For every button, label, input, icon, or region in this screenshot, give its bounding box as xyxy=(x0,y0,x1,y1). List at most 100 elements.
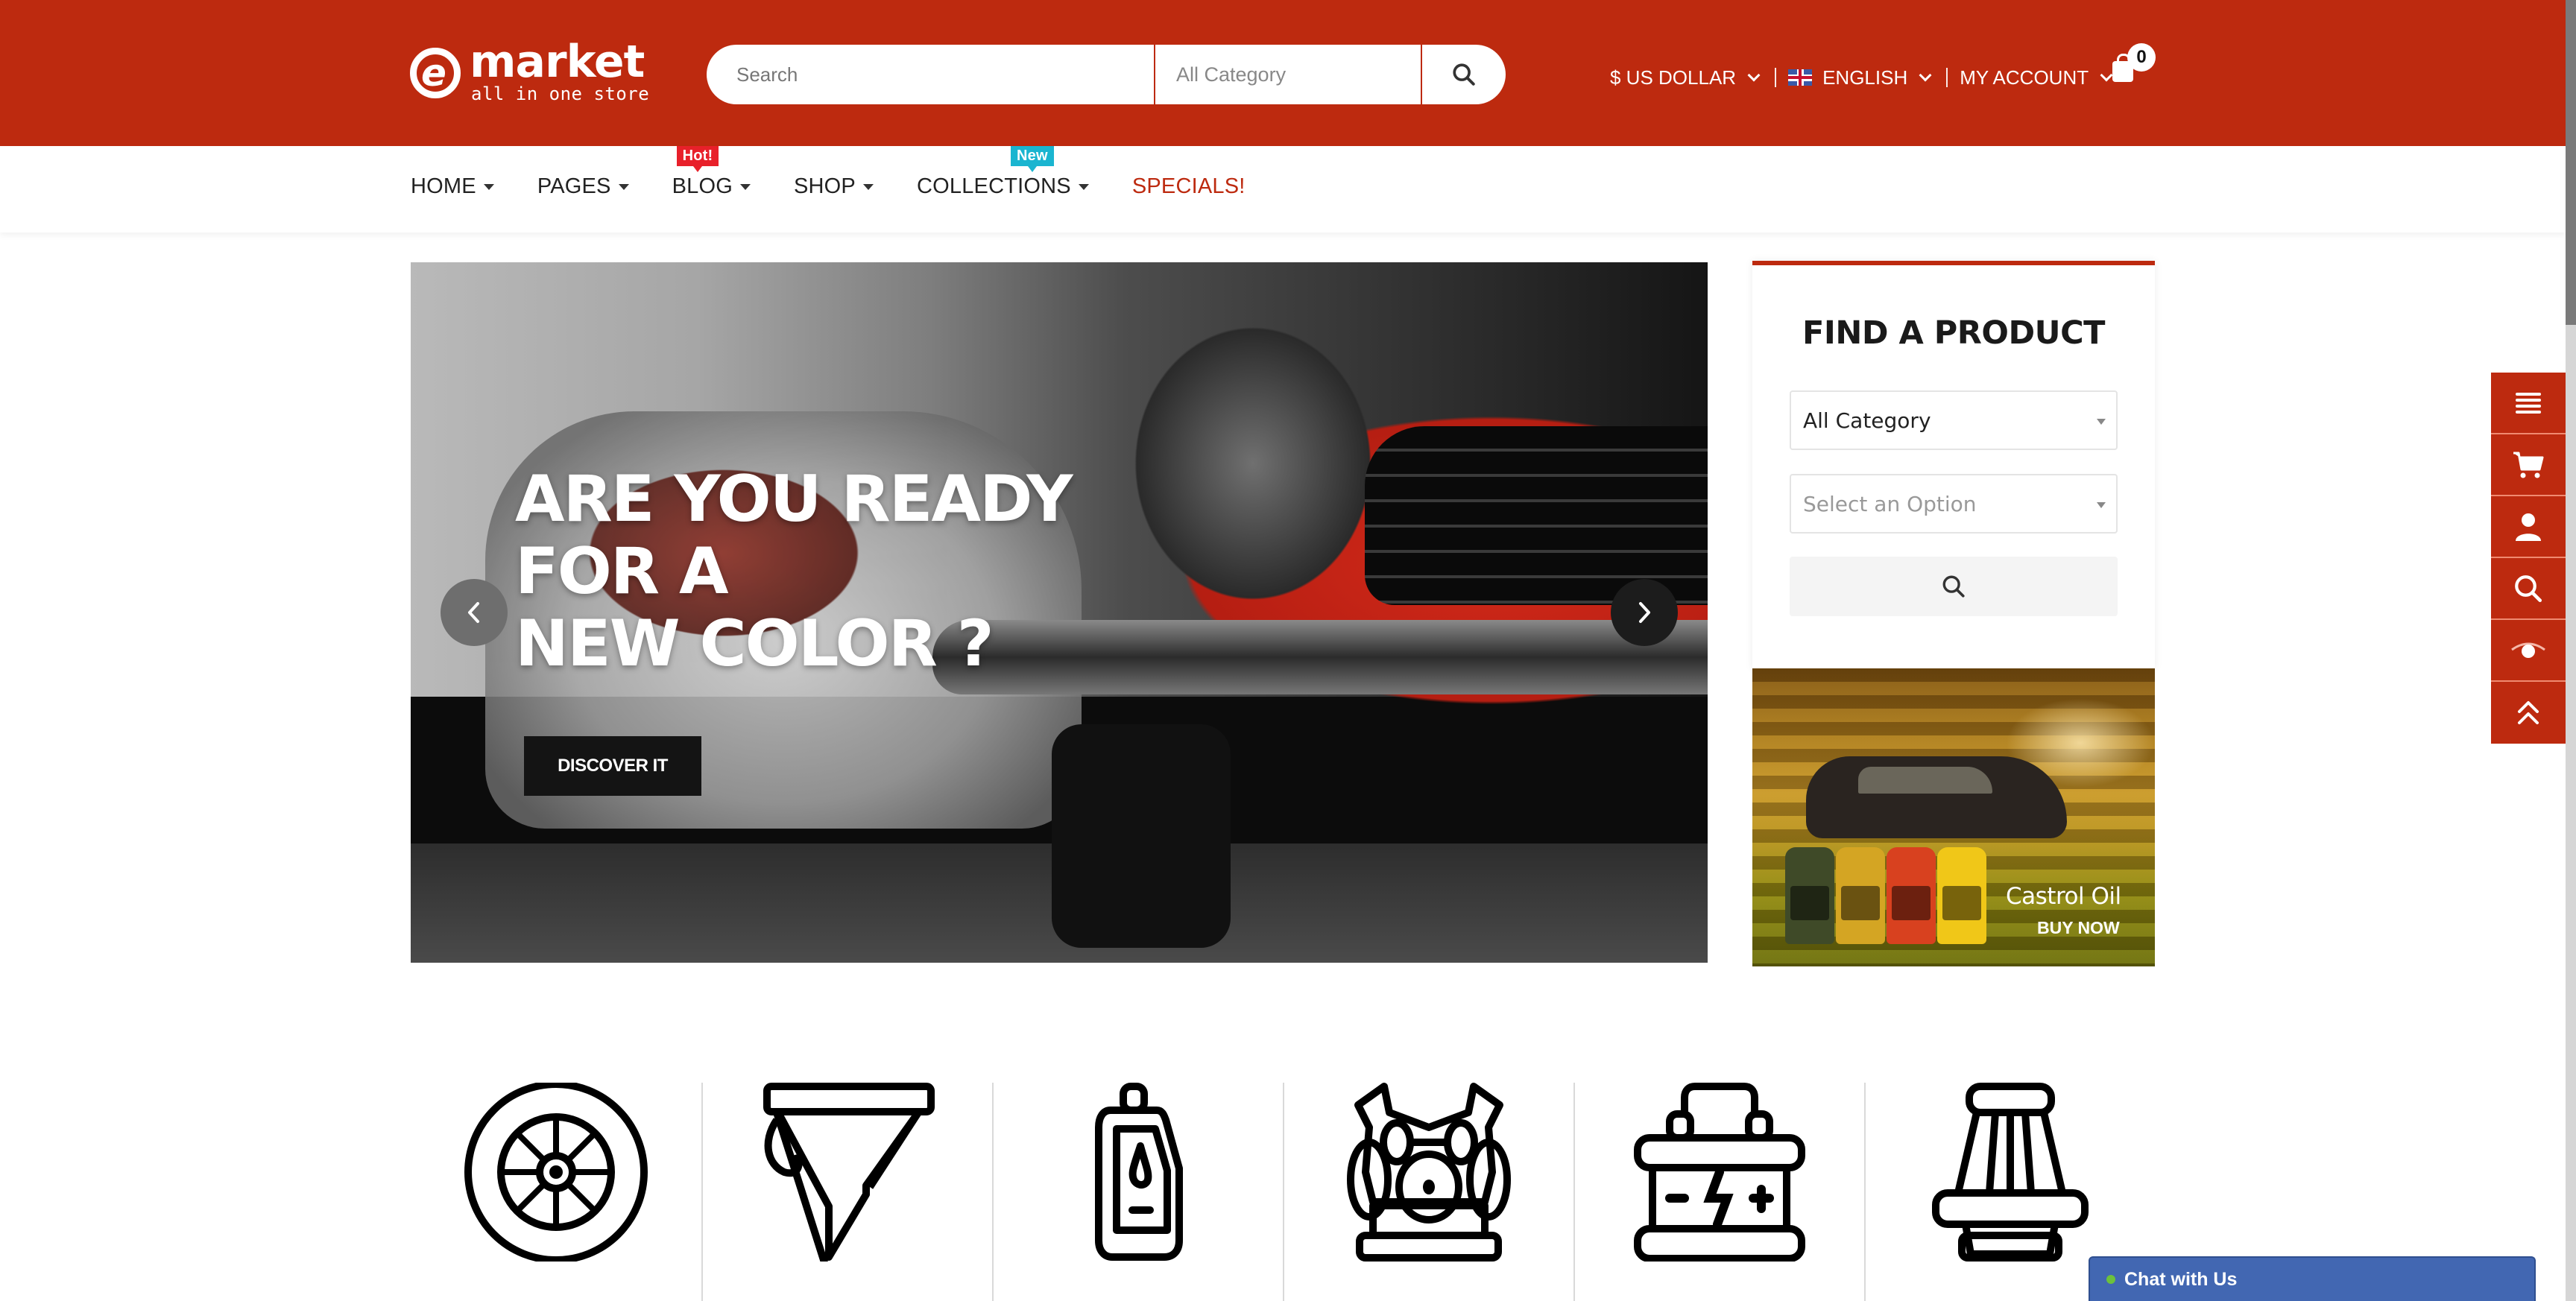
oil-can xyxy=(1937,847,1986,944)
slide-image-grille xyxy=(1365,426,1708,605)
chevron-left-icon xyxy=(468,602,479,623)
nav-item-label: PAGES xyxy=(537,174,611,198)
nav-item-label: HOME xyxy=(411,174,476,198)
user-icon xyxy=(2516,513,2541,541)
category-select-value: All Category xyxy=(1803,408,1931,433)
banner-buy-now[interactable]: BUY NOW xyxy=(2037,918,2120,938)
hero-slider[interactable]: ARE YOU READY FOR A NEW COLOR ? DISCOVER… xyxy=(411,262,1708,963)
top-header: e market all in one store All Category $… xyxy=(0,0,2566,146)
scrollbar-thumb[interactable] xyxy=(2566,0,2576,325)
find-product-panel: FIND A PRODUCT All Category Select an Op… xyxy=(1752,261,2155,668)
nav-item-label: SPECIALS! xyxy=(1131,174,1246,198)
search-tool-button[interactable] xyxy=(2491,558,2566,620)
dropdown-arrow-icon xyxy=(2097,502,2106,508)
engine-icon xyxy=(1347,1083,1511,1262)
menu-icon xyxy=(2516,392,2541,414)
logo-e-icon: e xyxy=(410,48,461,98)
divider xyxy=(1946,68,1948,87)
badge-pointer xyxy=(692,166,702,172)
slide-title: ARE YOU READY FOR A NEW COLOR ? xyxy=(515,462,1073,681)
slide-image-wheel xyxy=(1052,724,1231,948)
oil-can-icon xyxy=(1095,1083,1183,1261)
currency-label: $ US DOLLAR xyxy=(1610,66,1737,89)
air-filter-icon xyxy=(1932,1083,2089,1262)
badge-pointer xyxy=(1027,166,1037,172)
currency-dropdown[interactable]: $ US DOLLAR xyxy=(1610,66,1763,89)
cart-count-badge: 0 xyxy=(2127,43,2156,72)
nav-item-label: SHOP xyxy=(793,174,856,198)
find-product-title: FIND A PRODUCT xyxy=(1802,314,2105,352)
nav-item-home[interactable]: HOME xyxy=(411,174,494,199)
nav-badge-hot: Hot! xyxy=(676,146,719,172)
caret-down-icon xyxy=(862,183,874,190)
wheel-icon xyxy=(464,1083,648,1262)
account-tool-button[interactable] xyxy=(2491,496,2566,558)
menu-button[interactable] xyxy=(2491,373,2566,434)
option-select-placeholder: Select an Option xyxy=(1803,491,1977,516)
dropdown-arrow-icon xyxy=(2097,419,2106,425)
nav-item-blog[interactable]: BLOG Hot! xyxy=(672,146,751,199)
find-product-search-button[interactable] xyxy=(1790,557,2118,616)
oil-cans-image xyxy=(1785,847,1986,944)
funnel-filter-icon xyxy=(763,1083,935,1262)
divider xyxy=(1775,68,1777,87)
discover-button[interactable]: DISCOVER IT xyxy=(524,736,701,796)
caret-down-icon xyxy=(739,183,751,190)
castrol-oil-banner[interactable]: Castrol Oil BUY NOW xyxy=(1752,668,2155,966)
option-select[interactable]: Select an Option xyxy=(1790,474,2118,534)
search-icon xyxy=(2515,574,2542,602)
nav-item-label: BLOG xyxy=(672,174,733,198)
language-label: ENGLISH xyxy=(1822,66,1908,89)
nav-item-shop[interactable]: SHOP xyxy=(794,174,874,199)
category-engine[interactable] xyxy=(1283,1083,1573,1301)
scroll-top-icon xyxy=(2518,700,2539,724)
battery-icon xyxy=(1634,1083,1805,1262)
scroll-top-button[interactable] xyxy=(2491,682,2566,744)
oil-can xyxy=(1887,847,1936,944)
category-wheels[interactable] xyxy=(411,1083,701,1301)
search-button[interactable] xyxy=(1422,45,1506,104)
search-bar: All Category xyxy=(707,45,1506,104)
my-account-dropdown[interactable]: MY ACCOUNT xyxy=(1960,66,2115,89)
logo-brand-text: market xyxy=(470,36,645,88)
floating-toolbar xyxy=(2491,373,2566,744)
nav-item-specials[interactable]: SPECIALS! xyxy=(1132,174,1246,199)
chevron-down-icon xyxy=(1919,69,1932,82)
slider-next-button[interactable] xyxy=(1611,579,1678,646)
recently-viewed-button[interactable] xyxy=(2491,620,2566,682)
category-oil[interactable] xyxy=(992,1083,1283,1301)
search-icon xyxy=(1453,63,1475,86)
search-input[interactable] xyxy=(707,45,1154,104)
banner-title: Castrol Oil xyxy=(2006,883,2121,910)
nav-item-collections[interactable]: COLLECTIONS New xyxy=(916,146,1089,199)
oil-can xyxy=(1836,847,1885,944)
chat-widget[interactable]: Chat with Us xyxy=(2089,1256,2536,1301)
uk-flag-icon xyxy=(1788,69,1813,86)
cart-button[interactable]: 0 xyxy=(2109,43,2156,88)
page-scrollbar[interactable] xyxy=(2566,0,2576,1301)
online-status-dot xyxy=(2106,1275,2115,1284)
chat-label: Chat with Us xyxy=(2124,1268,2238,1290)
nav-item-pages[interactable]: PAGES xyxy=(537,174,629,199)
caret-down-icon xyxy=(1078,183,1089,190)
nav-badge-new: New xyxy=(1010,146,1054,172)
caret-down-icon xyxy=(483,183,494,190)
language-dropdown[interactable]: ENGLISH xyxy=(1788,66,1934,89)
category-filters[interactable] xyxy=(701,1083,992,1301)
emarket-logo[interactable]: e market all in one store xyxy=(410,36,649,104)
category-batteries[interactable] xyxy=(1573,1083,1864,1301)
header-links: $ US DOLLAR ENGLISH MY ACCOUNT xyxy=(1610,63,2115,92)
category-select[interactable]: All Category xyxy=(1790,390,2118,450)
eye-icon xyxy=(2511,642,2545,658)
oil-can xyxy=(1785,847,1834,944)
slider-prev-button[interactable] xyxy=(441,579,508,646)
cart-tool-button[interactable] xyxy=(2491,434,2566,496)
chevron-down-icon xyxy=(1747,69,1761,82)
nav-item-label: COLLECTIONS xyxy=(916,174,1071,198)
cart-icon xyxy=(2513,452,2544,478)
search-category-select[interactable]: All Category xyxy=(1154,45,1422,104)
search-icon xyxy=(1942,575,1965,598)
caret-down-icon xyxy=(618,183,629,190)
my-account-label: MY ACCOUNT xyxy=(1960,66,2089,89)
logo-tagline: all in one store xyxy=(471,83,650,104)
